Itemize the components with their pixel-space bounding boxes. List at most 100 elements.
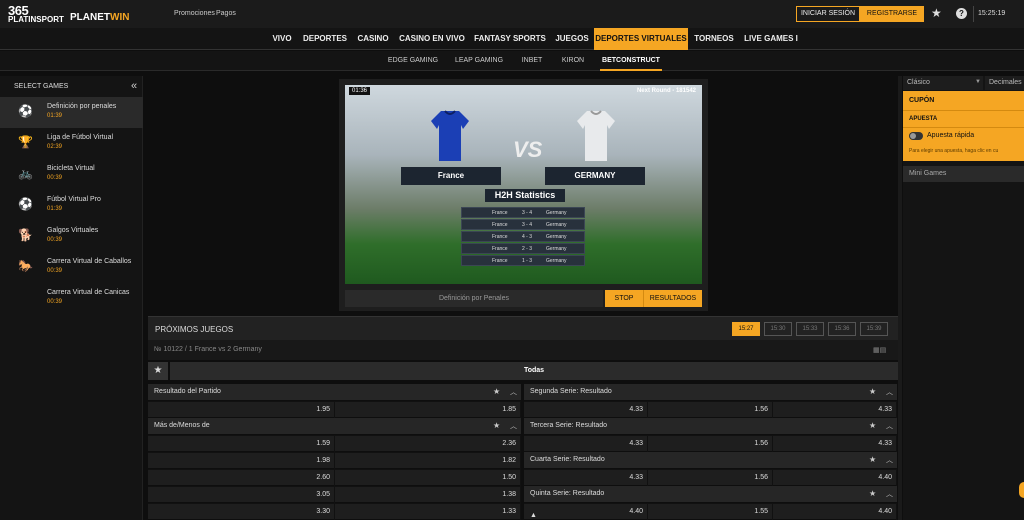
nav-juegos[interactable]: JUEGOS [552, 28, 592, 50]
time-tab-1536[interactable]: 15:36 [828, 322, 856, 336]
game-video[interactable]: 01:36 Next Round - 181542 VS France GERM… [345, 85, 702, 284]
register-button[interactable]: REGISTRARSE [860, 6, 924, 22]
chevron-up-icon[interactable]: ︿ [886, 455, 893, 465]
odd-cell[interactable]: 1.85 [336, 402, 521, 418]
layout-toggle-icon[interactable]: ▦▤ [873, 346, 889, 354]
betslip-hint: Para elegir una apuesta, haga clic en cu [909, 148, 999, 154]
odd-cell[interactable]: 4.33 [524, 470, 648, 486]
time-tab-1530[interactable]: 15:30 [764, 322, 792, 336]
help-icon[interactable]: ? [956, 8, 967, 19]
chevron-up-icon[interactable]: ︿ [886, 387, 893, 397]
odds-format-select[interactable]: Clásico [903, 76, 983, 90]
sidebar-item-galgos[interactable]: 🐕 Galgos Virtuales 00:39 [0, 221, 143, 252]
scroll-up-icon[interactable]: ▲ [530, 512, 537, 519]
trophy-icon: 🏆 [18, 135, 33, 149]
odd-cell[interactable]: 1.56 [649, 436, 773, 452]
provider-leap-gaming[interactable]: LEAP GAMING [452, 51, 506, 71]
provider-betconstruct[interactable]: BETCONSTRUCT [600, 51, 662, 71]
star-icon[interactable]: ★ [869, 387, 876, 396]
collapse-icon[interactable]: « [131, 80, 137, 92]
germany-jersey-icon [577, 110, 615, 161]
time-tab-1539[interactable]: 15:39 [860, 322, 888, 336]
chevron-up-icon[interactable]: ︿ [510, 421, 517, 431]
nav-live-games[interactable]: LIVE GAMES I [740, 28, 802, 50]
odd-cell[interactable]: 4.40 [524, 504, 648, 520]
mini-games-tab[interactable]: Mini Games [903, 166, 1024, 182]
decimal-select[interactable]: Decimales [985, 76, 1024, 90]
nav-casino[interactable]: CASINO [352, 28, 394, 50]
quick-bet-label: Apuesta rápida [927, 132, 975, 139]
stop-button[interactable]: STOP [605, 290, 643, 307]
favorite-filter-star-icon[interactable]: ★ [148, 362, 168, 380]
france-jersey-icon [431, 110, 469, 161]
odd-cell[interactable]: 2.60 [148, 470, 335, 486]
star-icon[interactable]: ★ [869, 421, 876, 430]
next-round: Next Round - 181542 [636, 88, 696, 94]
odd-cell[interactable]: 1.55 [649, 504, 773, 520]
chevron-up-icon[interactable]: ︿ [886, 489, 893, 499]
odd-cell[interactable]: 1.38 [336, 487, 521, 503]
nav-deportes-virtuales[interactable]: DEPORTES VIRTUALES [594, 28, 688, 50]
star-icon[interactable]: ★ [493, 387, 500, 396]
odd-cell[interactable]: 4.33 [774, 402, 897, 418]
chat-widget-icon[interactable] [1019, 482, 1024, 498]
payments-link[interactable]: Pagos [216, 10, 236, 17]
favorites-star-icon[interactable]: ★ [931, 6, 942, 20]
odd-cell[interactable]: 4.40 [774, 504, 897, 520]
star-icon[interactable]: ★ [493, 421, 500, 430]
odd-cell[interactable]: 3.05 [148, 487, 335, 503]
odd-cell[interactable]: 1.56 [649, 470, 773, 486]
odd-cell[interactable]: 4.40 [774, 470, 897, 486]
nav-casino-en-vivo[interactable]: CASINO EN VIVO [396, 28, 468, 50]
chevron-up-icon[interactable]: ︿ [886, 421, 893, 431]
results-button[interactable]: RESULTADOS [643, 290, 702, 307]
scrollbar[interactable] [898, 76, 902, 520]
partner-logo: PLANETWIN [70, 12, 130, 23]
sidebar-item-liga[interactable]: 🏆 Liga de Fútbol Virtual 02:39 [0, 128, 143, 159]
sidebar-item-canicas[interactable]: Carrera Virtual de Canicas 00:39 [0, 283, 143, 314]
nav-fantasy-sports[interactable]: FANTASY SPORTS [470, 28, 550, 50]
divider [903, 127, 1024, 128]
odd-cell[interactable]: 4.33 [774, 436, 897, 452]
market-title: Cuarta Serie: Resultado [524, 452, 897, 468]
promotions-link[interactable]: Promociones [174, 10, 215, 17]
time-tab-1527[interactable]: 15:27 [732, 322, 760, 336]
login-button[interactable]: INICIAR SESIÓN [796, 6, 860, 22]
logo[interactable]: 365 PLATINSPORT PLANETWIN [8, 3, 158, 25]
odd-cell[interactable]: 1.95 [148, 402, 335, 418]
star-icon[interactable]: ★ [869, 455, 876, 464]
sidebar-item-caballos[interactable]: 🐎 Carrera Virtual de Caballos 00:39 [0, 252, 143, 283]
odd-cell[interactable]: 1.59 [148, 436, 335, 452]
nav-deportes[interactable]: DEPORTES [300, 28, 350, 50]
clock: 15:25:19 [978, 10, 1006, 17]
odd-cell[interactable]: 1.33 [336, 504, 521, 520]
time-tab-1533[interactable]: 15:33 [796, 322, 824, 336]
quick-bet-toggle[interactable] [909, 132, 923, 140]
market-title: Quinta Serie: Resultado [524, 486, 897, 502]
provider-edge-gaming[interactable]: EDGE GAMING [386, 51, 440, 71]
sidebar-item-bicicleta[interactable]: 🚲 Bicicleta Virtual 00:39 [0, 159, 143, 190]
odd-cell[interactable]: 2.36 [336, 436, 521, 452]
star-icon[interactable]: ★ [869, 489, 876, 498]
game-time: 00:39 [47, 299, 63, 305]
game-time: 00:39 [47, 268, 63, 274]
nav-torneos[interactable]: TORNEOS [690, 28, 738, 50]
odd-cell[interactable]: 3.30 [148, 504, 335, 520]
nav-vivo[interactable]: VIVO [266, 28, 298, 50]
odds-row: 3.30 1.33 [148, 503, 521, 520]
odd-cell[interactable]: 4.33 [524, 402, 648, 418]
sidebar-item-penales[interactable]: ⚽ Definición por penales 01:39 [0, 97, 143, 128]
odd-cell[interactable]: 1.82 [336, 453, 521, 469]
provider-kiron[interactable]: KIRON [558, 51, 588, 71]
logo-platinsport: PLATINSPORT [8, 15, 64, 24]
provider-inbet[interactable]: INBET [516, 51, 548, 71]
odd-cell[interactable]: 4.33 [524, 436, 648, 452]
odd-cell[interactable]: 1.56 [649, 402, 773, 418]
filter-all-tab[interactable]: Todas [170, 362, 898, 380]
market-second-series: Segunda Serie: Resultado ★ ︿ 4.33 1.56 4… [524, 384, 897, 418]
odd-cell[interactable]: 1.98 [148, 453, 335, 469]
sidebar-item-futbol-pro[interactable]: ⚽ Fútbol Virtual Pro 01:39 [0, 190, 143, 221]
game-name: Carrera Virtual de Canicas [47, 289, 130, 296]
odd-cell[interactable]: 1.50 [336, 470, 521, 486]
chevron-up-icon[interactable]: ︿ [510, 387, 517, 397]
